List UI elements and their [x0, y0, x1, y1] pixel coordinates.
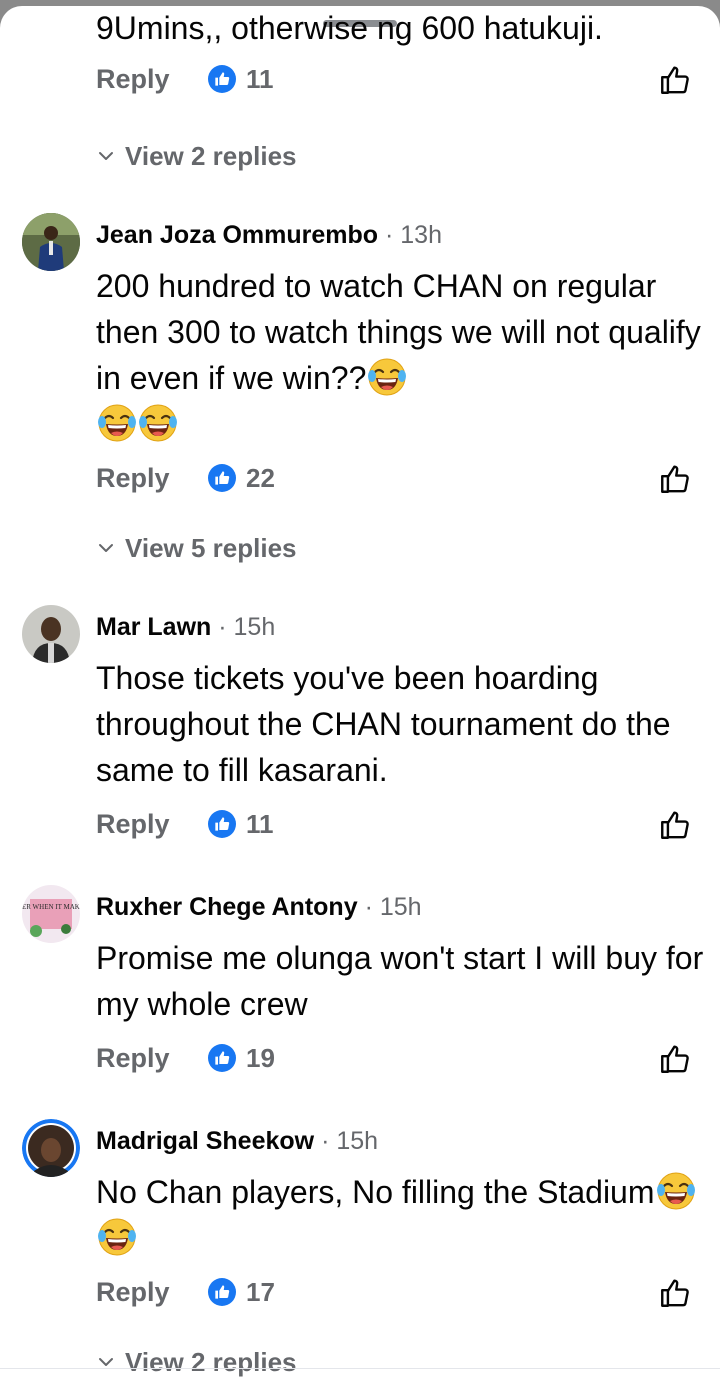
view-replies-label: View 2 replies: [125, 141, 297, 171]
comment-body: Those tickets you've been hoarding throu…: [96, 655, 706, 793]
reply-button[interactable]: Reply: [96, 59, 170, 99]
separator: ·: [384, 221, 394, 249]
comment-body: No Chan players, No filling the Stadium: [96, 1169, 706, 1261]
like-reaction-icon: [208, 1044, 236, 1072]
author-name[interactable]: Mar Lawn: [96, 613, 211, 641]
avatar[interactable]: [22, 605, 80, 663]
avatar[interactable]: [22, 1119, 80, 1177]
thumbs-up-outline-icon[interactable]: [658, 63, 692, 97]
comment-body: 200 hundred to watch CHAN on regular the…: [96, 263, 706, 447]
face-with-tears-of-joy-icon: [367, 357, 407, 397]
comment-text: No Chan players, No filling the Stadium: [96, 1174, 655, 1210]
comment-meta: Jean Joza Ommurembo · 13h: [96, 217, 442, 253]
author-name[interactable]: Madrigal Sheekow: [96, 1127, 314, 1155]
like-count: 11: [246, 809, 274, 839]
comment-text-partial: 9Umins,, otherwise ng 600 hatukuji.: [96, 10, 603, 46]
like-count: 11: [246, 64, 274, 94]
like-count: 17: [246, 1277, 275, 1307]
like-reaction-icon: [208, 65, 236, 93]
chevron-down-icon: [99, 544, 113, 552]
face-with-tears-of-joy-icon: [138, 403, 178, 443]
separator: ·: [321, 1127, 330, 1155]
like-reaction-icon: [208, 1278, 236, 1306]
reply-button[interactable]: Reply: [96, 1272, 170, 1312]
timestamp[interactable]: 15h: [380, 893, 422, 921]
like-reaction-icon: [208, 464, 236, 492]
divider: [0, 1368, 720, 1369]
face-with-tears-of-joy-icon: [656, 1171, 696, 1211]
separator: ·: [218, 613, 227, 641]
reply-button[interactable]: Reply: [96, 458, 170, 498]
thumbs-up-outline-icon[interactable]: [658, 1276, 692, 1310]
like-count: 22: [246, 463, 275, 493]
comment-actions: Reply 19: [96, 1038, 696, 1078]
chevron-down-icon: [99, 1358, 113, 1366]
face-with-tears-of-joy-icon: [97, 1217, 137, 1257]
view-replies-label: View 5 replies: [125, 533, 297, 563]
timestamp[interactable]: 13h: [400, 221, 442, 249]
comment-body: Promise me olunga won't start I will buy…: [96, 935, 706, 1027]
comments-sheet: 9Umins,, otherwise ng 600 hatukuji. Repl…: [0, 6, 720, 1381]
chevron-down-icon: [99, 152, 113, 160]
timestamp[interactable]: 15h: [336, 1127, 378, 1155]
thumbs-up-outline-icon[interactable]: [658, 1042, 692, 1076]
comment-actions: Reply 22: [96, 458, 696, 498]
like-reaction-icon: [208, 810, 236, 838]
comment-meta: Madrigal Sheekow · 15h: [96, 1123, 378, 1159]
comment-meta: Mar Lawn · 15h: [96, 609, 275, 645]
comment-meta: Ruxher Chege Antony · 15h: [96, 889, 422, 925]
separator: ·: [364, 893, 373, 921]
avatar[interactable]: IT MATTER WHEN IT MAKE SENSE: [22, 885, 80, 943]
comment-text: Those tickets you've been hoarding throu…: [96, 660, 671, 788]
timestamp[interactable]: 15h: [234, 613, 276, 641]
author-name[interactable]: Ruxher Chege Antony: [96, 893, 358, 921]
comment-actions: Reply 11: [96, 59, 696, 99]
thumbs-up-outline-icon[interactable]: [658, 808, 692, 842]
avatar[interactable]: [22, 213, 80, 271]
comment-text: Promise me olunga won't start I will buy…: [96, 940, 704, 1022]
thumbs-up-outline-icon[interactable]: [658, 462, 692, 496]
face-with-tears-of-joy-icon: [97, 403, 137, 443]
reply-button[interactable]: Reply: [96, 1038, 170, 1078]
comment-actions: Reply 17: [96, 1272, 696, 1312]
reply-button[interactable]: Reply: [96, 804, 170, 844]
like-count: 19: [246, 1043, 275, 1073]
avatar-caption: IT MATTER WHEN IT MAKE SENSE: [22, 903, 80, 911]
view-replies-label: View 2 replies: [125, 1347, 297, 1377]
comment-actions: Reply 11: [96, 804, 696, 844]
author-name[interactable]: Jean Joza Ommurembo: [96, 221, 378, 249]
